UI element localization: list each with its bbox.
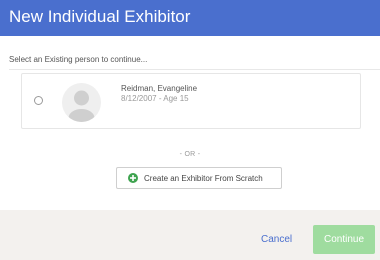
dialog-header: New Individual Exhibitor <box>0 0 380 36</box>
dialog-title: New Individual Exhibitor <box>9 7 191 26</box>
or-separator: - OR - <box>179 151 201 158</box>
divider <box>9 69 380 70</box>
person-radio[interactable] <box>34 96 43 105</box>
person-name: Reidman, Evangeline <box>121 84 198 93</box>
avatar-placeholder-icon <box>62 83 101 122</box>
cancel-button[interactable]: Cancel <box>261 234 292 245</box>
plus-circle-icon <box>128 173 138 183</box>
person-option[interactable]: Reidman, Evangeline 8/12/2007 - Age 15 <box>21 73 361 129</box>
select-person-prompt: Select an Existing person to continue... <box>9 55 148 64</box>
continue-label: Continue <box>323 234 365 245</box>
continue-button[interactable]: Continue <box>313 225 375 254</box>
create-exhibitor-label: Create an Exhibitor From Scratch <box>144 174 263 183</box>
person-placeholder-icon <box>68 90 95 122</box>
create-exhibitor-button[interactable]: Create an Exhibitor From Scratch <box>116 167 282 189</box>
person-birthdate-age: 8/12/2007 - Age 15 <box>121 94 189 103</box>
